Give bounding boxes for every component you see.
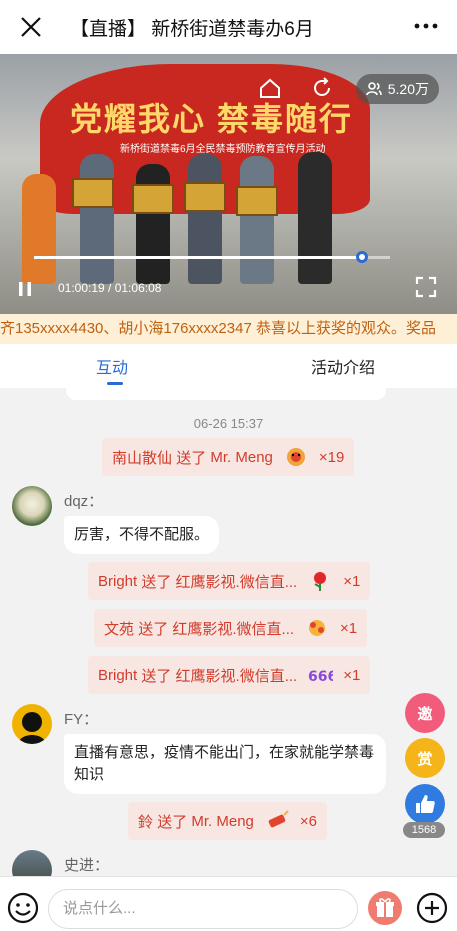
pause-icon[interactable]: [16, 280, 34, 298]
home-icon[interactable]: [258, 76, 282, 100]
firecracker-gift-icon: [268, 810, 289, 828]
add-icon[interactable]: [415, 891, 449, 925]
progress-fill: [34, 256, 362, 259]
banner-title: 党耀我心 禁毒随行: [70, 101, 353, 137]
person: [22, 174, 56, 284]
chat-bubble: 直播有意思，疫情不能出门，在家就能学禁毒知识: [64, 734, 386, 794]
emoji-icon[interactable]: [6, 891, 40, 925]
username: 史进：: [64, 857, 110, 874]
certificate: [184, 182, 226, 212]
progress-knob[interactable]: [355, 251, 368, 263]
tab-interact[interactable]: 互动: [96, 354, 128, 378]
thumbs-up-icon: [416, 795, 435, 813]
more-icon[interactable]: [413, 16, 439, 36]
certificate: [132, 184, 174, 214]
fireworks-gift-icon: [309, 620, 326, 636]
tab-indicator: [107, 382, 123, 385]
progress-bar[interactable]: [34, 256, 390, 259]
avatar[interactable]: [12, 850, 52, 876]
gift-message: 鈴 送了 Mr. Meng ×6: [128, 802, 328, 840]
bottom-bar: 说点什么...: [0, 876, 457, 931]
page-title: 【直播】 新桥街道禁毒办6月: [70, 19, 314, 40]
viewer-count: 5.20万: [355, 74, 439, 104]
gift-message: 文苑 送了 红鹰影视.微信直... ×1: [94, 609, 368, 647]
username: dqz：: [64, 493, 104, 510]
people-icon: [365, 82, 382, 96]
666-gift-icon: 666: [308, 669, 333, 685]
person: [188, 154, 222, 284]
fullscreen-icon[interactable]: [415, 276, 437, 298]
banner-subtitle: 新桥街道禁毒6月全民禁毒预防教育宣传月活动: [120, 144, 326, 155]
like-button[interactable]: [405, 784, 445, 824]
gift-message: 南山散仙 送了 Mr. Meng ×19: [102, 438, 355, 476]
like-count: 1568: [403, 822, 445, 838]
chat-feed[interactable]: 06-26 15:37 南山散仙 送了 Mr. Meng ×19 dqz： 厉害…: [0, 388, 457, 876]
certificate: [236, 186, 278, 216]
tab-intro[interactable]: 活动介绍: [311, 354, 375, 378]
gift-message: Bright 送了 红鹰影视.微信直... 666 ×1: [88, 656, 371, 694]
gift-message: Bright 送了 红鹰影视.微信直... ×1: [88, 562, 371, 600]
username: FY：: [64, 711, 99, 728]
avatar[interactable]: [12, 486, 52, 526]
tab-bar: 互动 活动介绍: [0, 344, 457, 388]
avatar-silhouette-icon: [18, 712, 46, 744]
certificate: [72, 178, 114, 208]
previous-message: [66, 388, 386, 400]
person: [240, 156, 274, 284]
announcement-ticker: 齐135xxxx4430、胡小海176xxxx2347 恭喜以上获奖的观众。奖品: [0, 314, 457, 344]
video-player[interactable]: 党耀我心 禁毒随行 新桥街道禁毒6月全民禁毒预防教育宣传月活动 5.20万 01…: [0, 54, 457, 314]
close-icon[interactable]: [18, 14, 44, 40]
timestamp: 06-26 15:37: [193, 416, 264, 431]
refresh-icon[interactable]: [310, 76, 334, 100]
person: [298, 152, 332, 284]
gift-icon: [376, 898, 394, 917]
top-bar: 【直播】 新桥街道禁毒办6月: [0, 0, 457, 54]
reward-button[interactable]: 赏: [405, 738, 445, 778]
avatar[interactable]: [12, 704, 52, 744]
viewer-count-text: 5.20万: [387, 81, 429, 97]
gift-button[interactable]: [368, 891, 402, 925]
person: [136, 164, 170, 284]
rose-gift-icon: [314, 572, 327, 591]
playback-time: 01:00:19 / 01:06:08: [58, 281, 162, 295]
svg-text:666: 666: [308, 669, 333, 685]
comment-input[interactable]: 说点什么...: [48, 889, 358, 929]
lion-gift-icon: [286, 448, 305, 466]
invite-button[interactable]: 邀: [405, 693, 445, 733]
person: [80, 154, 114, 284]
chat-bubble: 厉害，不得不配服。: [64, 516, 220, 554]
